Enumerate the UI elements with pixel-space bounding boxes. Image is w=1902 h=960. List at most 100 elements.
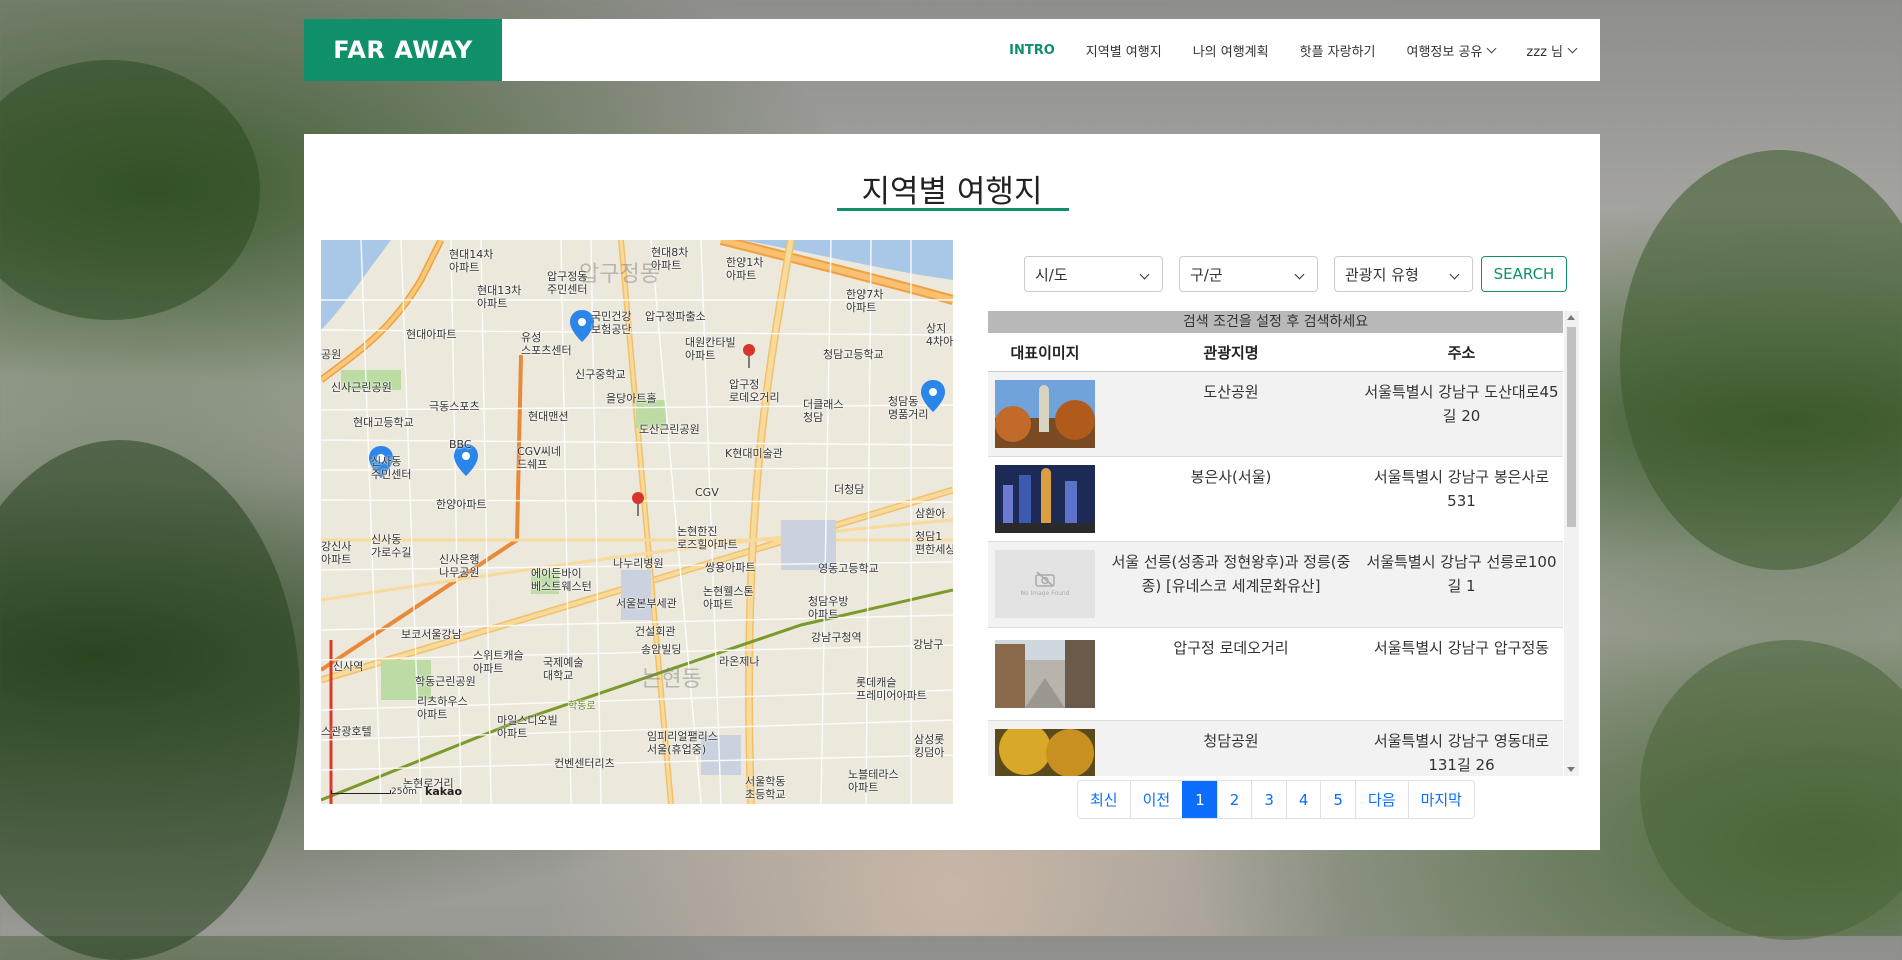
map-label: K현대미술관 xyxy=(725,447,783,460)
chevron-down-icon xyxy=(1486,43,1497,53)
map-label: 현대13차 아파트 xyxy=(477,284,522,310)
table-row[interactable]: 청담공원 서울특별시 강남구 영동대로131길 26 xyxy=(988,721,1563,776)
no-image-text: No Image Found xyxy=(1020,590,1070,597)
cell-name: 압구정 로데오거리 xyxy=(1173,639,1289,657)
cell-image: No Image Found xyxy=(988,542,1102,627)
results-table[interactable]: 검색 조건을 설정 후 검색하세요 대표이미지 관광지명 주소 도산공원 서울특… xyxy=(988,311,1579,776)
kakao-logo: kakao xyxy=(425,785,463,798)
nav-my-travel-plan[interactable]: 나의 여행계획 xyxy=(1193,41,1269,60)
nav-user-menu[interactable]: zzz 님 xyxy=(1526,41,1578,60)
map-label: 더클래스 청담 xyxy=(803,398,844,424)
map-label: 스위트캐슬 아파트 xyxy=(473,649,524,675)
map-label: 압구정파출소 xyxy=(645,310,706,323)
map-label: 라온제나 xyxy=(719,655,760,668)
sido-select[interactable]: 시/도 xyxy=(1024,256,1163,292)
nav-user-label: zzz 님 xyxy=(1526,44,1563,60)
map-label: 삼성롯 킹덤아 xyxy=(914,733,945,759)
map-label: 서울본부세관 xyxy=(616,597,677,610)
map-label: 신사역 xyxy=(333,660,364,673)
map-label: 학동근린공원 xyxy=(415,675,476,688)
map-label: 서울학동 초등학교 xyxy=(745,775,786,801)
table-row[interactable]: 봉은사(서울) 서울특별시 강남구 봉은사로 531 xyxy=(988,457,1563,542)
cell-address: 서울특별시 강남구 봉은사로 531 xyxy=(1373,468,1550,510)
map-label: BBC xyxy=(449,438,472,451)
page-3[interactable]: 3 xyxy=(1251,781,1286,818)
scroll-thumb[interactable] xyxy=(1567,327,1576,527)
gugun-select[interactable]: 구/군 xyxy=(1179,256,1318,292)
attraction-type-select[interactable]: 관광지 유형 xyxy=(1334,256,1473,292)
search-button[interactable]: SEARCH xyxy=(1481,256,1567,292)
map-label: 리츠하우스 아파트 xyxy=(417,695,468,721)
nav-regional-destinations[interactable]: 지역별 여행지 xyxy=(1086,41,1162,60)
cell-address: 서울특별시 강남구 압구정동 xyxy=(1373,639,1550,657)
map-label: 대원칸타빌 아파트 xyxy=(685,336,736,362)
map-label: 신사동 가로수길 xyxy=(371,533,412,559)
nav-intro[interactable]: INTRO xyxy=(1009,43,1055,58)
no-image-placeholder: No Image Found xyxy=(995,550,1095,618)
scroll-down-arrow-icon[interactable] xyxy=(1567,767,1575,772)
nav-hotplace[interactable]: 핫플 자랑하기 xyxy=(1300,41,1376,60)
background-foliage xyxy=(1640,640,1902,940)
map-label: 청담동 명품거리 xyxy=(888,395,929,421)
map-label: 강남구 xyxy=(913,638,944,651)
page-last[interactable]: 마지막 xyxy=(1407,781,1474,818)
cell-image xyxy=(988,721,1102,776)
map-label: CGV xyxy=(695,486,719,499)
map-label: 보코서울강남 xyxy=(401,628,462,641)
map-label: 을당아트홀 xyxy=(606,392,657,405)
page-5[interactable]: 5 xyxy=(1320,781,1355,818)
map-label: 임피리얼팰리스 서울(휴업중) xyxy=(647,730,718,756)
thumbnail-image xyxy=(995,723,1095,776)
map-label: 논현한진 로즈힐아파트 xyxy=(677,525,738,551)
chevron-down-icon xyxy=(1294,269,1305,280)
map-label: 청담1 편한세상 xyxy=(915,530,953,556)
map-label: 청담우방 아파트 xyxy=(808,595,849,621)
page-2[interactable]: 2 xyxy=(1216,781,1252,818)
table-scrollbar[interactable] xyxy=(1564,311,1579,776)
map-label: 쌍용아파트 xyxy=(705,561,756,574)
map-label: CGV씨네 드쉐프 xyxy=(517,445,561,471)
map-label: 국제예술 대학교 xyxy=(543,656,584,682)
cell-name: 도산공원 xyxy=(1203,383,1259,401)
nav-share-label: 여행정보 공유 xyxy=(1406,44,1483,60)
map-marker-red[interactable] xyxy=(743,344,755,368)
page-prev[interactable]: 이전 xyxy=(1129,781,1183,818)
map-label: 신구중학교 xyxy=(575,368,626,381)
map-label: 영동고등학교 xyxy=(818,562,879,575)
brand-logo[interactable]: FAR AWAY xyxy=(304,19,502,81)
page-title: 지역별 여행지 xyxy=(861,174,1043,210)
page-next[interactable]: 다음 xyxy=(1354,781,1408,818)
table-row[interactable]: 도산공원 서울특별시 강남구 도산대로45길 20 xyxy=(988,372,1563,457)
background-foliage xyxy=(0,440,300,960)
nav-travel-info-share[interactable]: 여행정보 공유 xyxy=(1406,41,1497,60)
map-label: 한양7차 아파트 xyxy=(846,288,884,314)
page-1[interactable]: 1 xyxy=(1182,781,1217,818)
map-label: 신사동 주민센터 xyxy=(371,455,412,481)
attraction-type-value: 관광지 유형 xyxy=(1345,265,1419,284)
top-navbar: FAR AWAY INTRO 지역별 여행지 나의 여행계획 핫플 자랑하기 여… xyxy=(304,19,1600,81)
map-label: 학동로 xyxy=(568,701,596,712)
page-first[interactable]: 최신 xyxy=(1078,781,1130,818)
map-label: 더청담 xyxy=(834,483,865,496)
column-header-address: 주소 xyxy=(1447,343,1476,362)
map-label: 건설회관 xyxy=(635,625,676,638)
nav-intro-label: INTRO xyxy=(1009,42,1055,58)
page-4[interactable]: 4 xyxy=(1285,781,1321,818)
cell-name: 봉은사(서울) xyxy=(1190,468,1272,486)
cell-address: 서울특별시 강남구 영동대로131길 26 xyxy=(1373,732,1550,774)
kakao-map[interactable]: 현대14차 아파트 현대13차 아파트 압구정동 주민센터 현대8차 아파트 한양1차 아… xyxy=(321,240,953,804)
map-label: 현대14차 아파트 xyxy=(449,248,494,274)
pagination: 최신 이전 1 2 3 4 5 다음 마지막 xyxy=(1077,780,1475,819)
table-row[interactable]: 압구정 로데오거리 서울특별시 강남구 압구정동 xyxy=(988,628,1563,721)
map-label: 청담고등학교 xyxy=(823,348,884,361)
map-label: 에이든바이 베스트웨스턴 xyxy=(531,567,592,593)
table-caption: 검색 조건을 설정 후 검색하세요 xyxy=(988,311,1563,333)
table-row[interactable]: No Image Found 서울 선릉(성종과 정현왕후)과 정릉(중종) [… xyxy=(988,542,1563,628)
map-label: 유성 스포츠센터 xyxy=(521,331,572,357)
gugun-select-value: 구/군 xyxy=(1190,265,1223,284)
map-label: 현대고등학교 xyxy=(353,416,414,429)
map-label: 스관광호텔 xyxy=(321,725,372,738)
scroll-up-arrow-icon[interactable] xyxy=(1567,315,1575,320)
nav-hotplace-label: 핫플 자랑하기 xyxy=(1299,44,1376,60)
map-label: 현대맨션 xyxy=(528,410,569,423)
